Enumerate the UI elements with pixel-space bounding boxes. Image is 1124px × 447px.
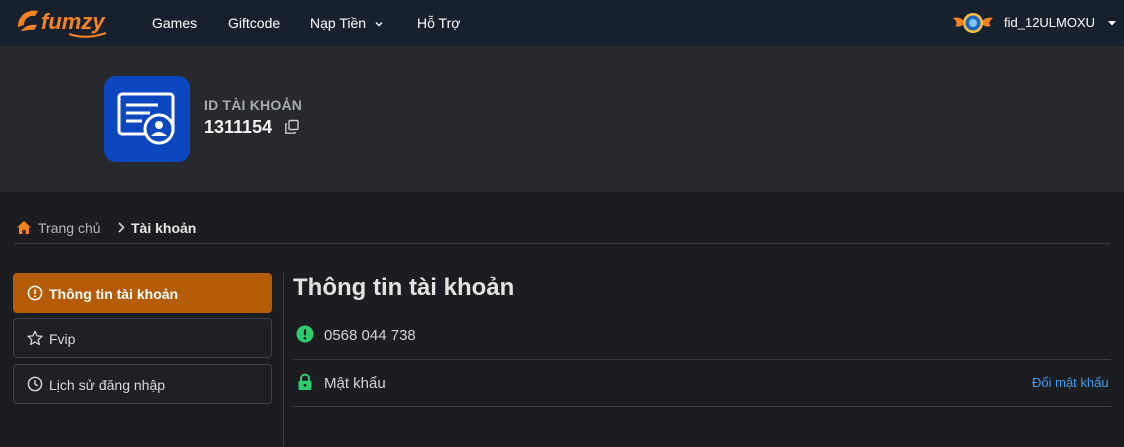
phone-number: 0568 044 738 [324,327,416,344]
change-password-link[interactable]: Đổi mật khẩu [1032,375,1109,390]
account-header: ID TÀI KHOẢN 1311154 [0,46,1124,192]
nav-nap-tien-label: Nạp Tiền [310,15,367,31]
chevron-right-icon [118,222,125,233]
account-id-label: ID TÀI KHOẢN [204,97,303,113]
sidebar-item-login-history[interactable]: Lịch sử đăng nhập [13,364,272,404]
alert-circle-icon [296,325,314,343]
home-icon [17,221,31,234]
nav-ho-tro[interactable]: Hỗ Trợ [417,15,460,31]
password-label: Mật khẩu [324,375,386,392]
top-navbar: fumzy Games Giftcode Nạp Tiền Hỗ Trợ fid… [0,0,1124,46]
caret-down-icon[interactable] [1106,17,1118,29]
content-divider [283,273,284,447]
sidebar-item-label: Fvip [49,331,76,347]
info-circle-icon [27,285,43,301]
row-divider [293,359,1111,360]
account-id-value: 1311154 [204,117,273,137]
id-card-icon [104,76,190,162]
breadcrumb-home[interactable]: Trang chủ [38,220,101,236]
nav-giftcode[interactable]: Giftcode [228,15,280,31]
nav-nap-tien[interactable]: Nạp Tiền [310,15,384,31]
avatar[interactable] [951,8,995,38]
star-icon [27,330,43,346]
clock-icon [27,376,43,392]
nav-games[interactable]: Games [152,15,197,31]
account-card-icon [117,92,175,145]
sidebar-item-account-info[interactable]: Thông tin tài khoản [13,273,272,313]
chevron-down-icon [375,22,383,27]
breadcrumb-current: Tài khoản [131,220,197,236]
fumzy-logo[interactable]: fumzy [14,5,119,41]
sidebar-item-fvip[interactable]: Fvip [13,318,272,358]
page-title: Thông tin tài khoản [293,274,515,301]
username[interactable]: fid_12ULMOXU [1004,15,1095,30]
sidebar-item-label: Lịch sử đăng nhập [49,377,166,393]
lock-icon [298,373,312,390]
row-divider [293,406,1111,407]
copy-icon[interactable] [284,119,300,135]
sidebar-item-label: Thông tin tài khoản [49,286,179,302]
svg-text:fumzy: fumzy [41,9,106,34]
breadcrumb-divider [14,243,1110,244]
